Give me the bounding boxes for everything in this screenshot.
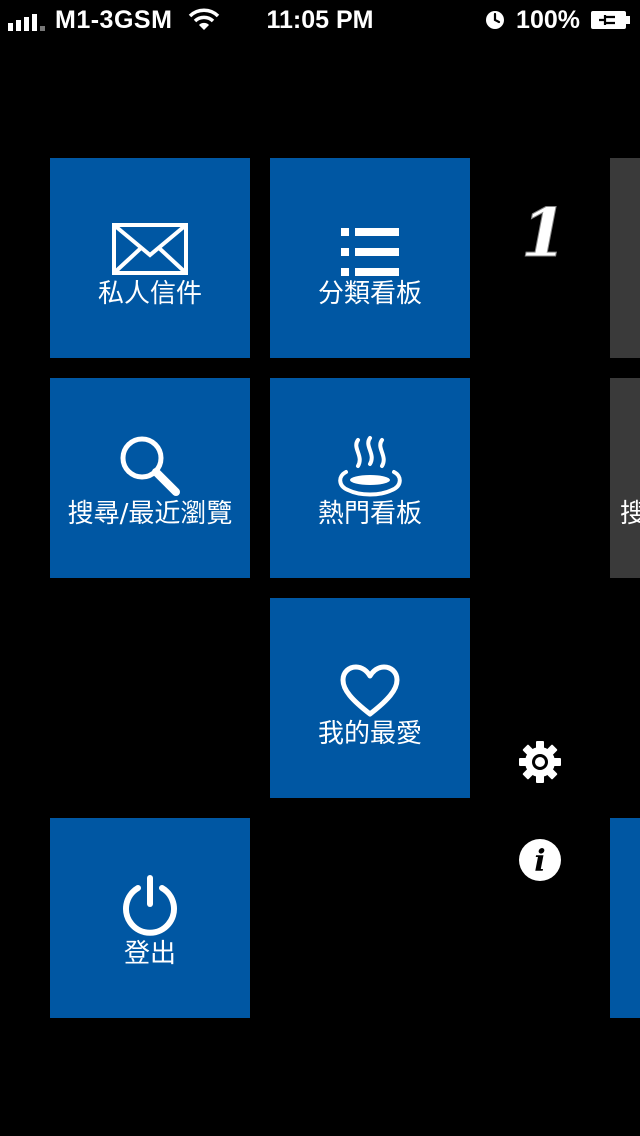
alarm-clock-icon [486, 11, 505, 29]
power-icon [50, 818, 250, 938]
logout-label: 登出 [123, 939, 176, 969]
list-icon [270, 158, 470, 278]
app-logo-text: 1 [521, 198, 567, 268]
hot-spring-icon [270, 378, 470, 498]
next-page-tile-peek[interactable] [610, 818, 640, 1018]
battery-percent: 100% [516, 5, 580, 34]
app-logo-icon: 1 [521, 198, 568, 268]
hot-boards-label: 熱門看板 [317, 499, 422, 529]
next-page-tile-label: 搜 [620, 499, 640, 529]
gear-icon[interactable] [518, 740, 562, 784]
envelope-icon [50, 158, 250, 278]
svg-text:i: i [534, 844, 545, 879]
next-page-tile-peek[interactable] [610, 158, 640, 358]
category-boards-label: 分類看板 [317, 279, 422, 309]
favorites-tile[interactable]: 我的最愛 [270, 598, 470, 798]
hot-boards-tile[interactable]: 熱門看板 [270, 378, 470, 578]
battery-charging-icon [591, 11, 630, 29]
heart-icon [270, 598, 470, 718]
private-mail-tile[interactable]: 私人信件 [50, 158, 250, 358]
search-recent-label: 搜尋/最近瀏覽 [67, 499, 233, 529]
magnifier-icon [50, 378, 250, 498]
next-page-tile-peek[interactable]: 搜 [610, 378, 640, 578]
search-recent-tile[interactable]: 搜尋/最近瀏覽 [50, 378, 250, 578]
category-boards-tile[interactable]: 分類看板 [270, 158, 470, 358]
info-icon[interactable]: i [518, 838, 562, 882]
status-right: 100% [484, 4, 632, 36]
status-bar: M1-3GSM 11:05 PM 100% [0, 0, 640, 40]
logout-tile[interactable]: 登出 [50, 818, 250, 1018]
favorites-label: 我的最愛 [317, 719, 422, 749]
private-mail-label: 私人信件 [97, 279, 202, 309]
